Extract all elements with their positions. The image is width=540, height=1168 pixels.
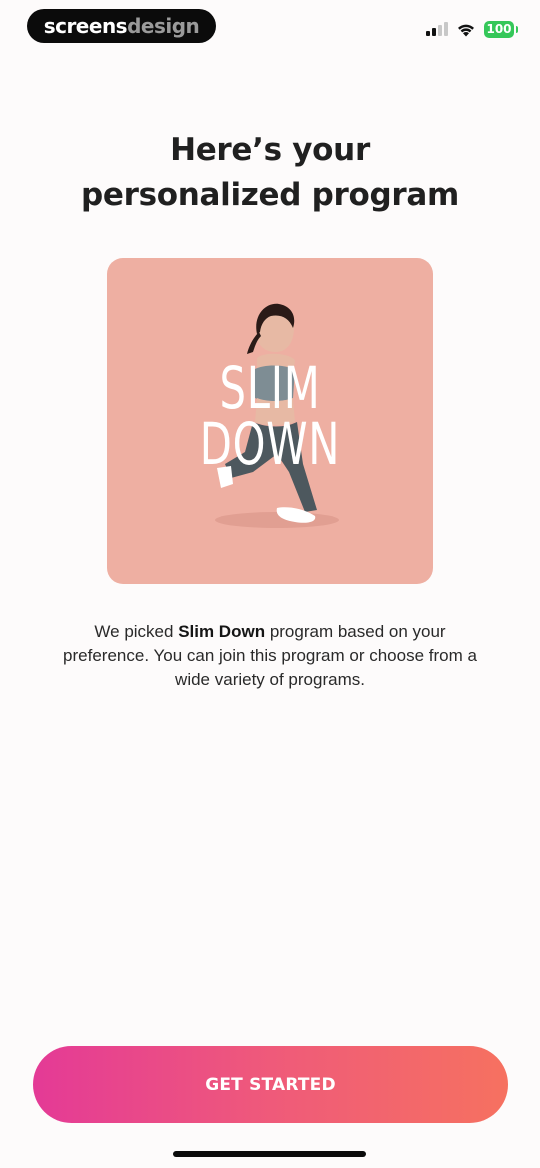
brand-text-part1: screens [43,14,128,38]
page-title: Here’s your personalized program [0,128,540,218]
wifi-icon [458,24,474,36]
home-indicator [173,1151,366,1157]
program-card-title: SLIM DOWN [153,354,388,478]
status-icons: 100 [426,18,518,40]
brand-watermark: screens design [27,9,216,43]
program-card-title-line2: DOWN [199,410,341,478]
cellular-signal-icon [426,22,448,36]
page-title-line1: Here’s your [170,132,370,168]
program-card: SLIM DOWN [107,258,433,584]
page-title-line2: personalized program [80,177,460,213]
description-prefix: We picked [94,622,179,641]
program-name: Slim Down [178,622,266,641]
battery-icon: 100 [484,20,518,38]
program-card-title-line1: SLIM [219,354,321,422]
brand-text-part2: design [127,14,200,38]
status-bar: screens design 100 [0,0,540,54]
battery-level: 100 [486,22,512,36]
program-description: We picked Slim Down program based on you… [60,620,480,692]
get-started-button[interactable]: GET STARTED [33,1046,508,1123]
